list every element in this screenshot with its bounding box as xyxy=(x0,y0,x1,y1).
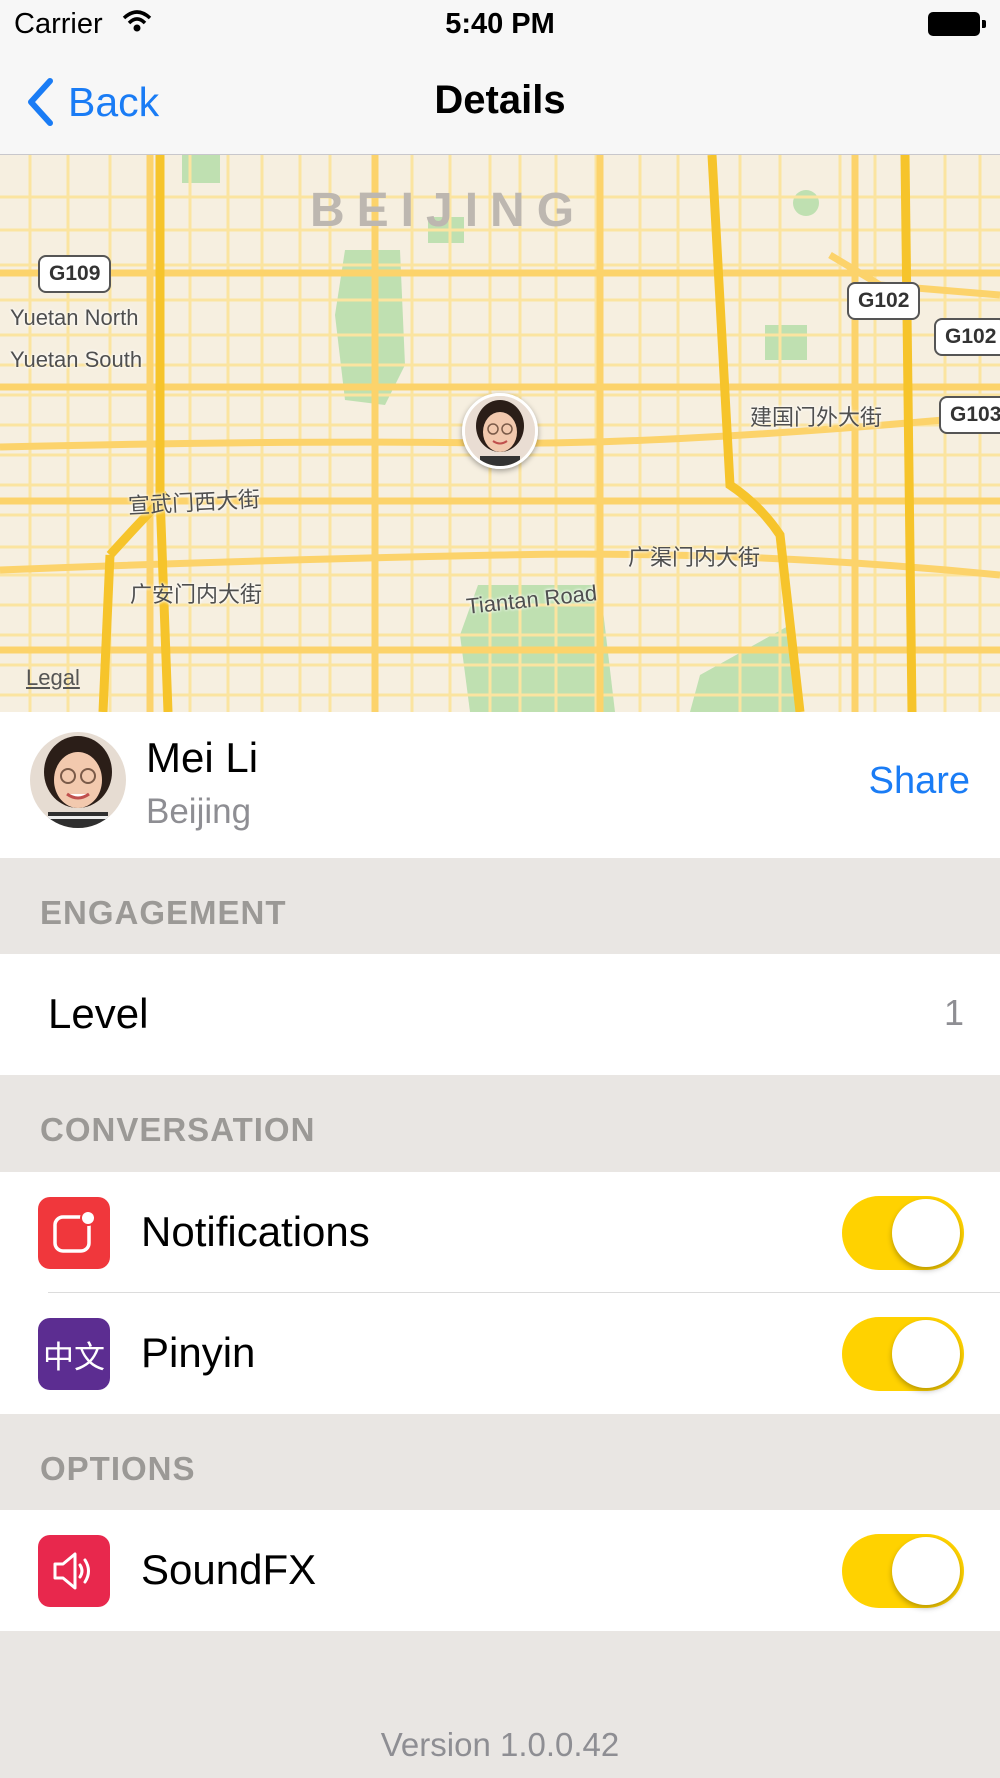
section-header-options: OPTIONS xyxy=(0,1414,1000,1510)
speaker-icon xyxy=(38,1535,110,1607)
map-label: 广安门内大街 xyxy=(130,582,263,607)
map-label: Yuetan South xyxy=(10,347,143,372)
map-label: 广渠门内大街 xyxy=(628,545,761,570)
soundfx-toggle[interactable] xyxy=(842,1534,964,1608)
section-header-label: OPTIONS xyxy=(40,1450,196,1487)
battery-icon xyxy=(928,12,986,36)
soundfx-row: SoundFX xyxy=(0,1510,1000,1631)
version-label: Version 1.0.0.42 xyxy=(380,1726,620,1763)
pinyin-row: 中文 Pinyin xyxy=(0,1293,1000,1414)
soundfx-label: SoundFX xyxy=(141,1546,317,1593)
share-button[interactable]: Share xyxy=(869,760,970,803)
pinyin-label: Pinyin xyxy=(141,1329,256,1376)
location-map[interactable]: BEIJING Yuetan North Yuetan South 宣武门西大街… xyxy=(0,155,1000,712)
profile-name: Mei Li xyxy=(146,734,259,781)
notifications-row: Notifications xyxy=(0,1172,1000,1293)
profile-card: Mei Li Beijing Share xyxy=(0,712,1000,858)
section-header-label: ENGAGEMENT xyxy=(40,894,287,931)
legal-link[interactable]: Legal xyxy=(26,665,80,691)
status-bar: Carrier 5:40 PM xyxy=(0,0,1000,50)
section-header-engagement: ENGAGEMENT xyxy=(0,858,1000,954)
section-header-conversation: CONVERSATION xyxy=(0,1075,1000,1172)
map-label: Yuetan North xyxy=(10,305,139,330)
profile-city: Beijing xyxy=(146,792,252,831)
section-header-label: CONVERSATION xyxy=(40,1111,316,1148)
level-row: Level 1 xyxy=(0,954,1000,1075)
map-label: 建国门外大街 xyxy=(750,405,883,430)
page-title: Details xyxy=(434,78,566,122)
highway-shield: G103 xyxy=(939,396,1000,434)
notifications-toggle[interactable] xyxy=(842,1196,964,1270)
status-time: 5:40 PM xyxy=(445,8,555,40)
navigation-bar: Back Details xyxy=(0,50,1000,155)
notifications-label: Notifications xyxy=(141,1208,370,1255)
avatar xyxy=(30,732,126,828)
chinese-text-icon: 中文 xyxy=(38,1318,110,1390)
highway-shield: G109 xyxy=(38,255,112,293)
level-value: 1 xyxy=(943,992,964,1033)
highway-shield: G102 xyxy=(934,318,1000,356)
level-label: Level xyxy=(48,990,149,1037)
user-location-pin[interactable] xyxy=(462,393,538,469)
notification-badge-icon xyxy=(38,1197,110,1269)
pinyin-toggle[interactable] xyxy=(842,1317,964,1391)
highway-shield: G102 xyxy=(847,282,921,320)
map-city-label: BEIJING xyxy=(310,184,587,237)
